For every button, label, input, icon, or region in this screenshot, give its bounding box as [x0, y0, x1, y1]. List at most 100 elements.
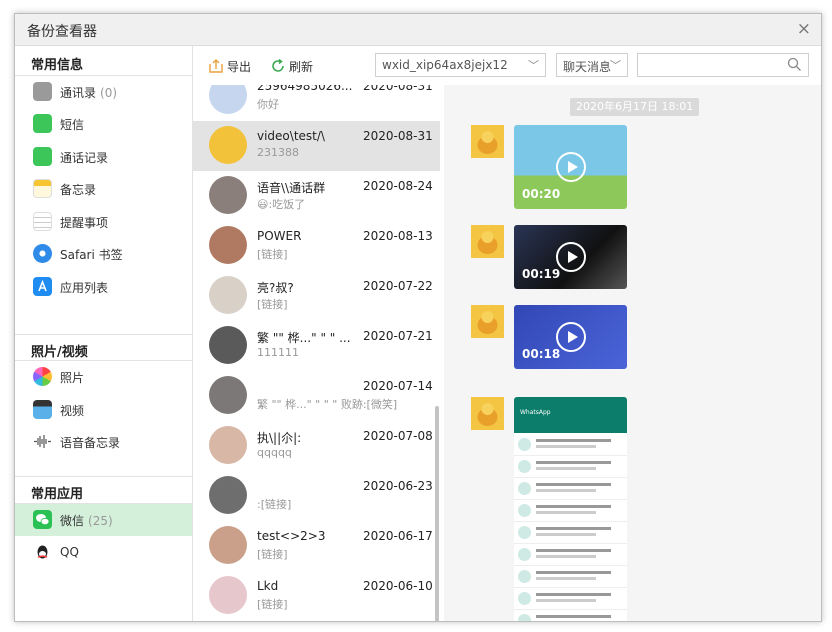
sidebar-item-app-list[interactable]: 应用列表 — [15, 271, 192, 303]
chat-date: 2020-07-22 — [363, 279, 433, 293]
chat-name: 25964985026... — [257, 85, 353, 93]
sidebar-item-label: 通话记录 — [60, 151, 109, 165]
chat-row[interactable]: video\test/\ 2020-08-31 231388 — [193, 121, 440, 171]
refresh-icon — [271, 58, 285, 73]
chat-preview: 111111 — [257, 346, 299, 359]
message-icon — [33, 114, 52, 133]
chat-name: POWER — [257, 229, 302, 243]
message-type-select[interactable]: 聊天消息 ﹀ — [556, 53, 628, 77]
chat-date: 2020-07-14 — [363, 379, 433, 393]
chevron-down-icon: ﹀ — [610, 59, 621, 72]
sidebar-item-safari-bookmarks[interactable]: Safari 书签 — [15, 238, 192, 270]
chat-name: video\test/\ — [257, 129, 325, 143]
chat-list: 25964985026... 2020-08-31 你好 video\test/… — [193, 85, 444, 621]
screenshot-app-title: WhatsApp — [520, 409, 551, 416]
export-icon — [209, 59, 223, 73]
chat-name: test<>2>3 — [257, 529, 326, 543]
chat-row[interactable]: 25964985026... 2020-08-31 你好 — [193, 85, 440, 121]
avatar — [209, 226, 247, 264]
list-item — [514, 545, 627, 566]
wechat-icon — [33, 510, 52, 529]
chat-date: 2020-06-17 — [363, 529, 433, 543]
search-input[interactable] — [637, 53, 809, 77]
sidebar-item-reminders[interactable]: 提醒事项 — [15, 206, 192, 238]
sidebar-item-videos[interactable]: 视频 — [15, 394, 192, 426]
list-item — [514, 501, 627, 522]
sidebar-item-photos[interactable]: 照片 — [15, 361, 192, 393]
chat-date: 2020-06-10 — [363, 579, 433, 593]
chat-preview: :[链接] — [257, 498, 292, 511]
chat-row[interactable]: 2020-07-14 繁 "" 桦..." " " " 败跡:[微笑] — [193, 371, 440, 421]
video-message[interactable]: 00:19 — [514, 225, 627, 289]
avatar — [209, 426, 247, 464]
chat-preview: 231388 — [257, 146, 299, 159]
video-duration: 00:19 — [522, 267, 561, 281]
chat-date: 2020-08-31 — [363, 85, 433, 93]
list-item — [514, 523, 627, 544]
avatar — [209, 576, 247, 614]
chat-date: 2020-08-13 — [363, 229, 433, 243]
section-title-photos-videos: 照片/视频 — [31, 345, 88, 360]
avatar — [209, 526, 247, 564]
sidebar-item-count: (0) — [100, 86, 118, 100]
chat-row[interactable]: 执\||尒|: 2020-07-08 qqqqq — [193, 421, 440, 471]
avatar — [209, 85, 247, 114]
sidebar-item-sms[interactable]: 短信 — [15, 108, 192, 140]
list-item — [514, 589, 627, 610]
sidebar-item-label: 视频 — [60, 404, 85, 418]
section-title-common-apps: 常用应用 — [31, 487, 84, 502]
avatar — [209, 476, 247, 514]
list-item — [514, 435, 627, 456]
export-button[interactable]: 导出 — [209, 58, 251, 75]
sidebar-item-wechat[interactable]: 微信 (25) — [15, 504, 192, 536]
chat-row[interactable]: POWER 2020-08-13 [链接] — [193, 221, 440, 271]
photos-icon — [33, 367, 52, 386]
avatar — [471, 125, 504, 158]
avatar — [471, 225, 504, 258]
chat-row[interactable]: 2020-06-23 :[链接] — [193, 471, 440, 521]
date-divider: 2020年6月17日 18:01 — [570, 98, 700, 116]
sidebar-item-label: 提醒事项 — [60, 216, 109, 230]
chat-row[interactable]: 亮?叔? 2020-07-22 [链接] — [193, 271, 440, 321]
close-button[interactable]: × — [797, 19, 811, 39]
backup-viewer-window: 备份查看器 × 常用信息 通讯录 (0) 短信 通话记录 备忘录 提醒事项 Saf… — [14, 13, 822, 622]
safari-icon — [33, 244, 52, 263]
avatar — [209, 126, 247, 164]
sidebar-item-notes[interactable]: 备忘录 — [15, 173, 192, 205]
chat-row[interactable]: 繁 "" 桦..." " " ... 2020-07-21 111111 — [193, 321, 440, 371]
chat-preview: 😃:吃饭了 — [257, 198, 306, 211]
chat-list-scrollbar[interactable] — [435, 406, 439, 621]
sidebar-item-contacts[interactable]: 通讯录 (0) — [15, 76, 192, 108]
refresh-button[interactable]: 刷新 — [271, 58, 313, 75]
avatar — [209, 176, 247, 214]
sidebar-item-label: 通讯录 — [60, 86, 97, 100]
video-message[interactable]: 00:20 — [514, 125, 627, 209]
account-select[interactable]: wxid_xip64ax8jejx12 ﹀ — [375, 53, 546, 77]
sidebar-item-qq[interactable]: QQ — [15, 537, 192, 569]
avatar — [471, 305, 504, 338]
chat-row[interactable]: test<>2>3 2020-06-17 [链接] — [193, 521, 440, 571]
list-item — [514, 457, 627, 478]
contacts-icon — [33, 82, 52, 101]
chat-name: 繁 "" 桦..." " " ... — [257, 331, 351, 345]
search-icon — [787, 57, 802, 75]
image-message[interactable]: WhatsApp — [514, 397, 627, 621]
notes-icon — [33, 179, 52, 198]
video-message[interactable]: 00:18 — [514, 305, 627, 369]
sidebar-item-label: 应用列表 — [60, 281, 109, 295]
chat-row[interactable]: Lkd 2020-06-10 [链接] — [193, 571, 440, 621]
sidebar-item-call-log[interactable]: 通话记录 — [15, 141, 192, 173]
chat-row[interactable]: 语音\\通话群 2020-08-24 😃:吃饭了 — [193, 171, 440, 221]
account-select-value: wxid_xip64ax8jejx12 — [382, 58, 508, 72]
message-pane: 2020年6月17日 18:01 00:20 00:19 00:18 Whats… — [444, 85, 821, 621]
video-duration: 00:20 — [522, 187, 561, 201]
appstore-icon — [33, 277, 52, 296]
sidebar-item-label: 短信 — [60, 118, 85, 132]
window-title: 备份查看器 — [27, 24, 97, 40]
sidebar-item-label: 微信 — [60, 514, 85, 528]
qq-icon — [33, 543, 52, 562]
chat-preview: 你好 — [257, 98, 279, 111]
sidebar-item-voice-memos[interactable]: 语音备忘录 — [15, 426, 192, 458]
sidebar-item-label: 照片 — [60, 371, 85, 385]
title-bar: 备份查看器 × — [15, 14, 821, 46]
